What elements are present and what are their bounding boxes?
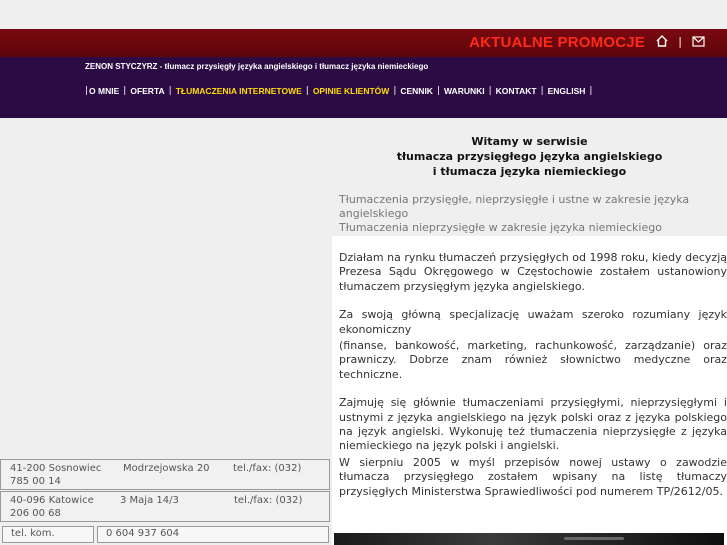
contact-sosnowiec: 41-200 Sosnowiec Modrzejowska 20 tel./fa… <box>0 459 330 490</box>
contact-tel-label: tel./fax: (032) <box>233 463 302 474</box>
contact-street: 3 Maja 14/3 <box>120 495 179 506</box>
intro-line-2: Tłumaczenia nieprzysięgłe w zakresie jęz… <box>339 221 662 234</box>
mobile-number: 0 604 937 604 <box>97 526 329 543</box>
mobile-label: tel. kom. <box>2 526 94 543</box>
contact-katowice: 40-096 Katowice 3 Maja 14/3 tel./fax: (0… <box>0 491 330 522</box>
nav-oferta[interactable]: OFERTA <box>130 86 164 96</box>
nav-warunki[interactable]: WARUNKI <box>444 86 485 96</box>
main-nav: | O MNIE | OFERTA | TŁUMACZENIA INTERNET… <box>85 86 593 96</box>
contact-tel-number: 785 00 14 <box>10 476 61 487</box>
nav-o-mnie[interactable]: O MNIE <box>89 86 119 96</box>
contact-tel-number: 206 00 68 <box>10 508 61 519</box>
nav-tlumaczenia-internetowe[interactable]: TŁUMACZENIA INTERNETOWE <box>176 86 302 96</box>
contact-city: 40-096 Katowice <box>10 495 94 506</box>
paragraph-specialization-b: (finanse, bankowość, marketing, rachunko… <box>339 339 727 381</box>
header-nav-bar: ZENON STYCZYRZ - tłumacz przysięgły języ… <box>0 57 727 118</box>
icon-separator: | <box>678 35 682 48</box>
paragraph-services: Zajmuję się głównie tłumaczeniami przysi… <box>339 396 727 453</box>
nav-cennik[interactable]: CENNIK <box>400 86 433 96</box>
contact-city: 41-200 Sosnowiec <box>10 463 102 474</box>
contact-street: Modrzejowska 20 <box>123 463 210 474</box>
decorative-photo <box>334 533 724 545</box>
paragraph-registration: W sierpniu 2005 w myśl przepisów nowej u… <box>339 455 727 498</box>
nav-opinie-klientow[interactable]: OPINIE KLIENTÓW <box>313 86 390 96</box>
body-text: Działam na rynku tłumaczeń przysięgłych … <box>339 251 727 513</box>
welcome-line-1: Witamy w serwisie <box>471 135 588 148</box>
contact-tel-label: tel./fax: (032) <box>234 495 303 506</box>
paragraph-experience: Działam na rynku tłumaczeń przysięgłych … <box>339 251 727 293</box>
home-icon[interactable] <box>655 34 669 48</box>
site-tagline: ZENON STYCZYRZ - tłumacz przysięgły języ… <box>85 62 429 71</box>
welcome-heading: Witamy w serwisie tłumacza przysięgłego … <box>332 134 727 179</box>
intro-line-1: Tłumaczenia przysięgłe, nieprzysięgłe i … <box>339 193 690 220</box>
nav-english[interactable]: ENGLISH <box>548 86 586 96</box>
welcome-line-3: i tłumacza języka niemieckiego <box>432 165 627 178</box>
welcome-line-2: tłumacza przysięgłego języka angielskieg… <box>396 150 663 163</box>
mobile-phone-row: tel. kom. 0 604 937 604 <box>0 524 330 545</box>
nav-kontakt[interactable]: KONTAKT <box>496 86 537 96</box>
promo-link[interactable]: AKTUALNE PROMOCJE <box>469 34 645 51</box>
paragraph-specialization-a: Za swoją główną specjalizację uważam sze… <box>339 308 727 336</box>
mail-icon[interactable] <box>692 36 705 47</box>
promo-bar: AKTUALNE PROMOCJE | <box>0 29 727 57</box>
main-content: Witamy w serwisie tłumacza przysięgłego … <box>332 118 727 545</box>
top-margin <box>0 0 727 29</box>
intro-text: Tłumaczenia przysięgłe, nieprzysięgłe i … <box>339 193 724 235</box>
